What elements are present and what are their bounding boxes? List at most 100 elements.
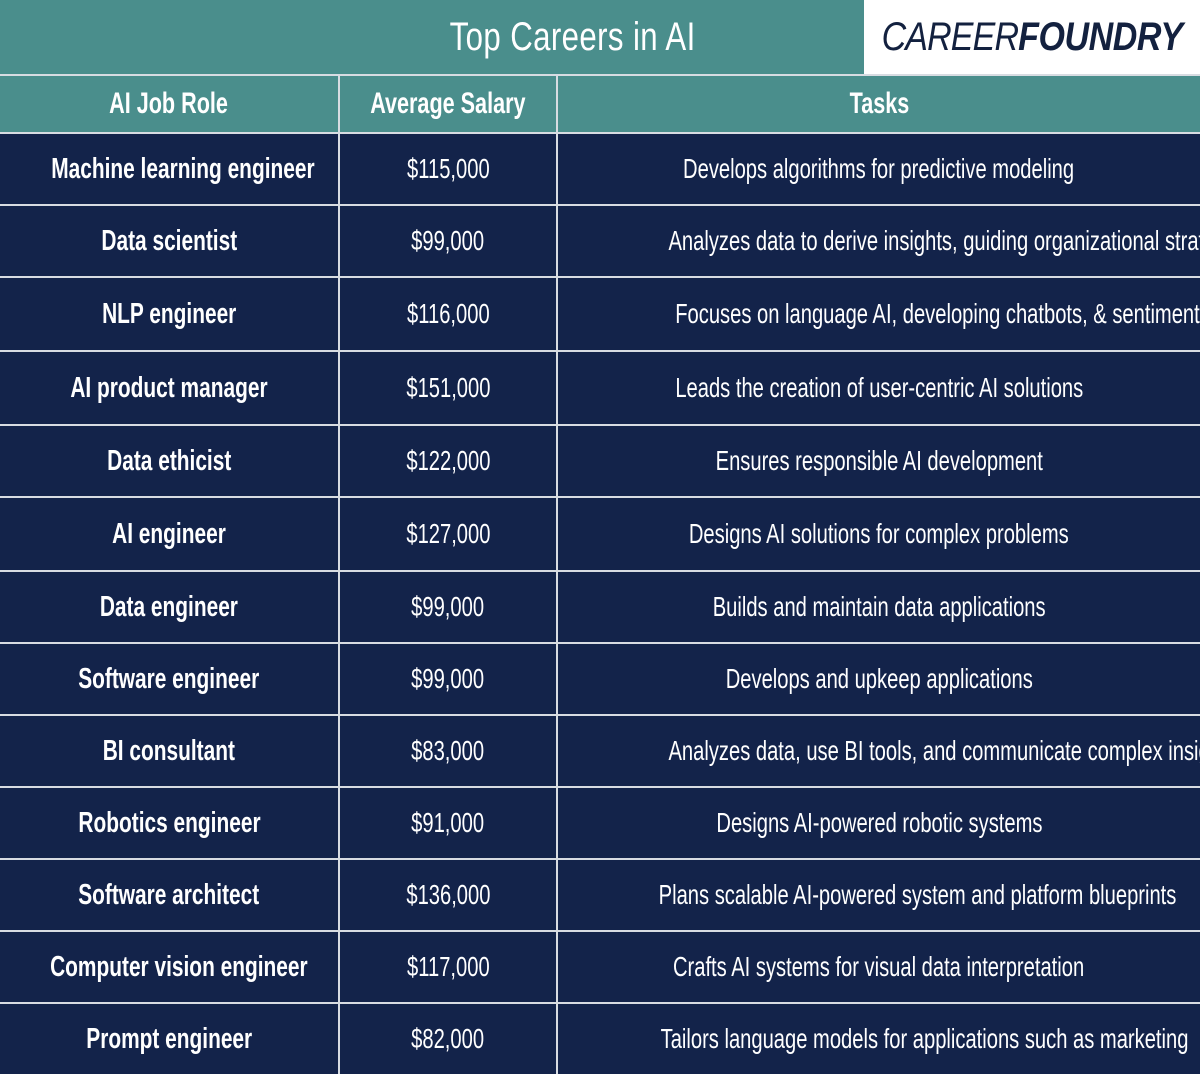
salary-text: $136,000	[405, 879, 491, 910]
role-text: Machine learning engineer	[51, 152, 315, 185]
salary-text: $99,000	[411, 663, 485, 694]
salary-cell: $115,000	[338, 132, 556, 204]
salary-cell: $91,000	[338, 786, 556, 858]
salary-cell: $136,000	[338, 858, 556, 930]
salary-cell: $116,000	[338, 276, 556, 350]
brand-logo: CAREERFOUNDRY	[864, 0, 1200, 74]
task-cell: Ensures responsible AI development	[556, 424, 1200, 496]
table-row: Machine learning engineer $115,000 Devel…	[0, 132, 1200, 204]
role-cell: Data ethicist	[0, 424, 338, 496]
salary-cell: $127,000	[338, 496, 556, 570]
table-row: Prompt engineer $82,000 Tailors language…	[0, 1002, 1200, 1074]
salary-cell: $151,000	[338, 350, 556, 424]
role-text: Software architect	[78, 878, 260, 911]
salary-text: $127,000	[405, 518, 491, 549]
column-header-tasks: Tasks	[556, 74, 1200, 132]
role-text: Robotics engineer	[77, 806, 261, 839]
table-row: AI engineer $127,000 Designs AI solution…	[0, 496, 1200, 570]
salary-text: $122,000	[405, 445, 491, 476]
task-text: Analyzes data, use BI tools, and communi…	[668, 735, 1200, 766]
salary-cell: $99,000	[338, 642, 556, 714]
table-row: Data scientist $99,000 Analyzes data to …	[0, 204, 1200, 276]
task-text: Leads the creation of user-centric AI so…	[675, 372, 1083, 403]
salary-text: $82,000	[411, 1023, 485, 1054]
task-text: Ensures responsible AI development	[715, 445, 1043, 476]
salary-text: $99,000	[411, 591, 485, 622]
task-text: Focuses on language AI, developing chatb…	[675, 298, 1200, 329]
salary-text: $151,000	[405, 372, 491, 403]
task-cell: Designs AI-powered robotic systems	[556, 786, 1200, 858]
task-text: Designs AI-powered robotic systems	[715, 807, 1043, 838]
task-cell: Builds and maintain data applications	[556, 570, 1200, 642]
task-text: Develops algorithms for predictive model…	[683, 153, 1075, 184]
salary-cell: $99,000	[338, 570, 556, 642]
salary-text: $83,000	[411, 735, 485, 766]
title-cell: Top Careers in AI	[0, 0, 864, 74]
role-text: Data scientist	[101, 224, 237, 257]
task-text: Analyzes data to derive insights, guidin…	[668, 225, 1200, 256]
task-cell: Focuses on language AI, developing chatb…	[556, 276, 1200, 350]
salary-cell: $99,000	[338, 204, 556, 276]
salary-cell: $82,000	[338, 1002, 556, 1074]
column-header-salary: Average Salary	[338, 74, 556, 132]
salary-text: $99,000	[411, 225, 485, 256]
task-cell: Analyzes data to derive insights, guidin…	[556, 204, 1200, 276]
role-cell: Machine learning engineer	[0, 132, 338, 204]
task-cell: Tailors language models for applications…	[556, 1002, 1200, 1074]
table-row: BI consultant $83,000 Analyzes data, use…	[0, 714, 1200, 786]
salary-text: $117,000	[406, 951, 490, 982]
task-cell: Crafts AI systems for visual data interp…	[556, 930, 1200, 1002]
task-text: Plans scalable AI-powered system and pla…	[658, 879, 1177, 910]
logo-wordmark: CAREERFOUNDRY	[881, 14, 1183, 60]
task-cell: Plans scalable AI-powered system and pla…	[556, 858, 1200, 930]
task-text: Crafts AI systems for visual data interp…	[673, 951, 1085, 982]
role-text: BI consultant	[102, 734, 236, 767]
role-cell: NLP engineer	[0, 276, 338, 350]
table-row: AI product manager $151,000 Leads the cr…	[0, 350, 1200, 424]
task-text: Builds and maintain data applications	[712, 591, 1046, 622]
table-row: Software architect $136,000 Plans scalab…	[0, 858, 1200, 930]
salary-cell: $83,000	[338, 714, 556, 786]
table-row: Computer vision engineer $117,000 Crafts…	[0, 930, 1200, 1002]
role-cell: Data scientist	[0, 204, 338, 276]
column-header-role: AI Job Role	[0, 74, 338, 132]
column-header-label: Average Salary	[370, 87, 526, 120]
task-text: Designs AI solutions for complex problem…	[689, 518, 1069, 549]
salary-text: $91,000	[411, 807, 485, 838]
title-bar: Top Careers in AI CAREERFOUNDRY	[0, 0, 1200, 74]
role-cell: Robotics engineer	[0, 786, 338, 858]
role-text: Software engineer	[78, 662, 260, 695]
table-row: NLP engineer $116,000 Focuses on languag…	[0, 276, 1200, 350]
task-text: Tailors language models for applications…	[660, 1023, 1189, 1054]
role-cell: AI product manager	[0, 350, 338, 424]
task-cell: Develops algorithms for predictive model…	[556, 132, 1200, 204]
role-cell: Software architect	[0, 858, 338, 930]
role-cell: AI engineer	[0, 496, 338, 570]
infographic: Top Careers in AI CAREERFOUNDRY AI Job R…	[0, 0, 1200, 1074]
table-row: Data ethicist $122,000 Ensures responsib…	[0, 424, 1200, 496]
logo-text-light: CAREER	[881, 14, 1019, 59]
page-title: Top Careers in AI	[449, 14, 696, 59]
table-row: Software engineer $99,000 Develops and u…	[0, 642, 1200, 714]
role-cell: Software engineer	[0, 642, 338, 714]
role-text: Data ethicist	[106, 444, 232, 477]
salary-cell: $122,000	[338, 424, 556, 496]
table-header-row: AI Job Role Average Salary Tasks	[0, 74, 1200, 132]
role-text: Computer vision engineer	[50, 950, 308, 983]
role-cell: Computer vision engineer	[0, 930, 338, 1002]
careers-table: AI Job Role Average Salary Tasks Machine…	[0, 74, 1200, 1074]
task-cell: Analyzes data, use BI tools, and communi…	[556, 714, 1200, 786]
role-text: Data engineer	[99, 590, 239, 623]
role-text: AI product manager	[70, 371, 268, 404]
task-cell: Develops and upkeep applications	[556, 642, 1200, 714]
task-cell: Designs AI solutions for complex problem…	[556, 496, 1200, 570]
role-text: AI engineer	[112, 517, 226, 550]
role-text: Prompt engineer	[86, 1022, 252, 1055]
role-cell: Data engineer	[0, 570, 338, 642]
salary-text: $116,000	[406, 298, 490, 329]
salary-text: $115,000	[406, 153, 490, 184]
table-row: Data engineer $99,000 Builds and maintai…	[0, 570, 1200, 642]
logo-text-bold: FOUNDRY	[1018, 14, 1183, 59]
task-text: Develops and upkeep applications	[725, 663, 1033, 694]
role-text: NLP engineer	[101, 297, 237, 330]
